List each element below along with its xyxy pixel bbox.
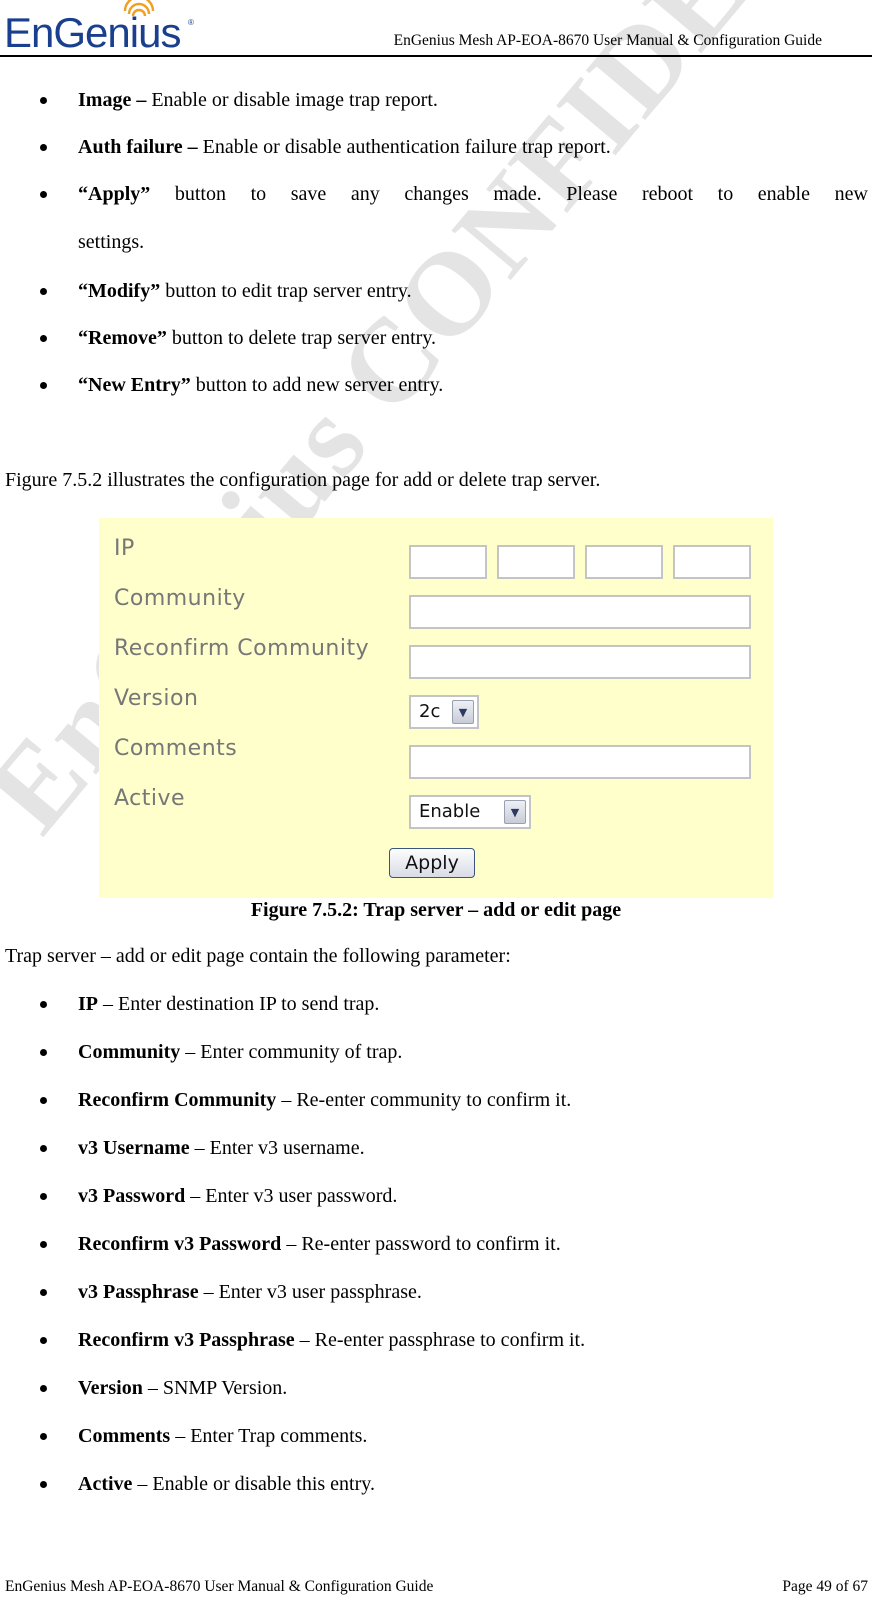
description: button to add new server entry. (190, 374, 444, 396)
term: “Apply” (78, 183, 151, 205)
apply-description-line: “Apply” button to save any changes made.… (78, 182, 868, 206)
description: – Re-enter password to confirm it. (281, 1233, 561, 1255)
bullet-icon (40, 1097, 47, 1104)
apply-description-continuation: settings. (78, 231, 145, 253)
bullet-icon (40, 1433, 47, 1440)
intro-paragraph: Figure 7.5.2 illustrates the configurati… (5, 469, 601, 491)
description: – Enter v3 user passphrase. (198, 1281, 422, 1303)
description: – Enter community of trap. (180, 1041, 403, 1063)
reconfirm-community-label: Reconfirm Community (114, 636, 370, 661)
page-header: EnGenius ® EnGenius Mesh AP-EOA-8670 Use… (0, 0, 872, 57)
description: – Enter v3 username. (189, 1137, 365, 1159)
description: button to edit trap server entry. (160, 280, 412, 302)
ip-octet-2-input[interactable] (497, 545, 575, 579)
bullet-icon (40, 1241, 47, 1248)
description: – Re-enter community to confirm it. (276, 1089, 572, 1111)
bullet-icon (40, 335, 47, 342)
word: button (174, 183, 226, 205)
params-intro: Trap server – add or edit page contain t… (5, 945, 511, 967)
header-title: EnGenius Mesh AP-EOA-8670 User Manual & … (393, 32, 822, 49)
term: Active (78, 1473, 133, 1495)
ip-octet-3-input[interactable] (585, 545, 663, 579)
bullet-icon (40, 1049, 47, 1056)
active-value: Enable (419, 801, 481, 822)
description: – Enter v3 user password. (185, 1185, 398, 1207)
term: “Remove” (78, 327, 167, 349)
bullet-icon (40, 191, 47, 198)
version-select[interactable]: 2c ▼ (409, 695, 479, 729)
word: any (350, 183, 380, 205)
apply-button[interactable]: Apply (389, 848, 475, 878)
trap-server-form-figure: IP Community Reconfirm Community Version… (99, 518, 773, 898)
bullet-icon (40, 144, 47, 151)
figure-caption: Figure 7.5.2: Trap server – add or edit … (250, 899, 622, 921)
term: Comments (78, 1425, 171, 1447)
word: reboot (641, 183, 694, 205)
bullet-icon (40, 1385, 47, 1392)
reconfirm-community-input[interactable] (409, 645, 751, 679)
description: Enable or disable image trap report. (146, 89, 438, 111)
description: Enable or disable authentication failure… (197, 136, 611, 158)
description: – Enter Trap comments. (170, 1425, 368, 1447)
footer-title: EnGenius Mesh AP-EOA-8670 User Manual & … (5, 1578, 434, 1595)
term: Reconfirm v3 Password (78, 1233, 282, 1255)
description: – SNMP Version. (142, 1377, 288, 1399)
term: v3 Passphrase (78, 1281, 199, 1303)
bullet-icon (40, 1193, 47, 1200)
term: Reconfirm v3 Passphrase (78, 1329, 295, 1351)
description: button to delete trap server entry. (166, 327, 437, 349)
bullet-icon (40, 97, 47, 104)
active-label: Active (114, 786, 186, 811)
bullet-icon (40, 1001, 47, 1008)
registered-mark: ® (188, 18, 194, 27)
bullet-icon (40, 1145, 47, 1152)
term: Version (78, 1377, 143, 1399)
bullet-icon (40, 1289, 47, 1296)
version-label: Version (114, 686, 199, 711)
word: enable (757, 183, 810, 205)
term: “New Entry” (78, 374, 191, 396)
bullet-icon (40, 288, 47, 295)
term: IP (78, 993, 98, 1015)
term: Image – (78, 89, 147, 111)
bullet-icon (40, 382, 47, 389)
word: made. (493, 183, 542, 205)
term: Community (78, 1041, 181, 1063)
word: save (290, 183, 327, 205)
community-input[interactable] (409, 595, 751, 629)
bullet-icon (40, 1481, 47, 1488)
description: – Re-enter passphrase to confirm it. (294, 1329, 586, 1351)
chevron-down-icon[interactable]: ▼ (504, 800, 526, 824)
word: changes (404, 183, 469, 205)
logo-text: EnGenius (4, 9, 181, 56)
page-number: Page 49 of 67 (782, 1578, 868, 1595)
term: v3 Username (78, 1137, 190, 1159)
word: Please (566, 183, 618, 205)
ip-label: IP (114, 536, 135, 561)
ip-octet-1-input[interactable] (409, 545, 487, 579)
word: to (250, 183, 267, 205)
description: – Enable or disable this entry. (132, 1473, 375, 1495)
comments-label: Comments (114, 736, 238, 761)
term: “Modify” (78, 280, 161, 302)
chevron-down-icon[interactable]: ▼ (452, 700, 474, 724)
ip-octet-4-input[interactable] (673, 545, 751, 579)
term: Reconfirm Community (78, 1089, 277, 1111)
term: v3 Password (78, 1185, 186, 1207)
word: new (834, 183, 868, 205)
word: to (717, 183, 734, 205)
version-value: 2c (419, 701, 441, 722)
engenius-logo: EnGenius ® (4, 0, 194, 54)
community-label: Community (114, 586, 246, 611)
bullet-icon (40, 1337, 47, 1344)
description: – Enter destination IP to send trap. (98, 993, 380, 1015)
active-select[interactable]: Enable ▼ (409, 795, 531, 829)
comments-input[interactable] (409, 745, 751, 779)
term: Auth failure – (78, 136, 198, 158)
